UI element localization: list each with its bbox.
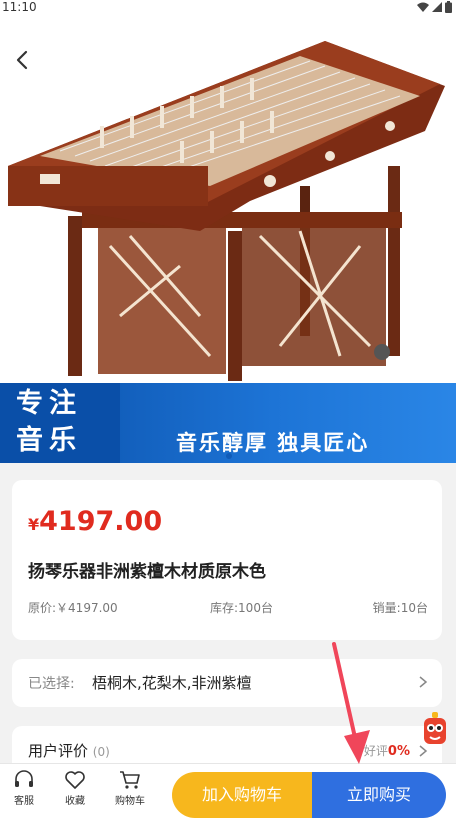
product-image[interactable]: 专注 音乐 音乐醇厚 独具匠心 (0, 16, 456, 463)
banner-slogan: 音乐醇厚 独具匠心 (176, 431, 370, 455)
signal-icon (432, 2, 442, 12)
service-label: 客服 (14, 796, 34, 807)
good-rate-label: 好评 (363, 744, 388, 758)
reviews-label: 用户评价 (0) (28, 740, 110, 761)
bottom-action-bar: 客服 收藏 购物车 加入购物车 立即购买 (0, 763, 456, 819)
price-value: 4197.00 (39, 506, 163, 537)
product-title: 扬琴乐器非洲紫檀木材质原木色 (28, 562, 266, 582)
good-rate-value: 0% (387, 744, 410, 759)
status-icons (417, 1, 452, 13)
back-icon[interactable] (10, 46, 38, 74)
cart-tab[interactable]: 购物车 (110, 770, 150, 807)
spec-selector[interactable]: 已选择: 梧桐木,花梨木,非洲紫檀 (12, 659, 442, 707)
good-rate: 好评0% (364, 742, 410, 759)
favorite-label: 收藏 (65, 796, 85, 807)
product-price: ¥4197.00 (28, 506, 162, 537)
yangqin-illustration (0, 16, 456, 383)
battery-icon (445, 1, 452, 13)
sales-count: 销量:10台 (372, 601, 428, 615)
status-bar: 11:10 (0, 0, 456, 16)
carousel-indicator (226, 453, 232, 459)
cart-label: 购物车 (115, 796, 145, 807)
banner-line-1: 专注 (16, 388, 82, 419)
wifi-icon (417, 2, 429, 12)
mascot-icon[interactable] (420, 712, 450, 750)
service-tab[interactable]: 客服 (4, 770, 44, 807)
currency-symbol: ¥ (28, 515, 40, 534)
promo-banner: 专注 音乐 音乐醇厚 独具匠心 (0, 383, 456, 463)
selected-label: 已选择: (28, 676, 75, 692)
status-time: 11:10 (2, 0, 37, 14)
selected-value: 梧桐木,花梨木,非洲紫檀 (92, 674, 252, 692)
banner-line-2: 音乐 (16, 425, 82, 456)
add-to-cart-button[interactable]: 加入购物车 (172, 772, 312, 818)
original-price: 原价:￥4197.00 (28, 601, 118, 615)
cart-icon (120, 771, 140, 789)
reviews-title: 用户评价 (28, 742, 89, 760)
favorite-tab[interactable]: 收藏 (55, 770, 95, 807)
price-card: ¥4197.00 扬琴乐器非洲紫檀木材质原木色 原价:￥4197.00 库存:1… (12, 480, 442, 640)
stock-count: 库存:100台 (210, 601, 273, 615)
buy-now-button[interactable]: 立即购买 (312, 772, 446, 818)
chevron-right-icon (419, 676, 428, 688)
reviews-count: (0) (92, 745, 110, 759)
heart-icon (65, 771, 85, 789)
headset-icon (15, 770, 33, 787)
